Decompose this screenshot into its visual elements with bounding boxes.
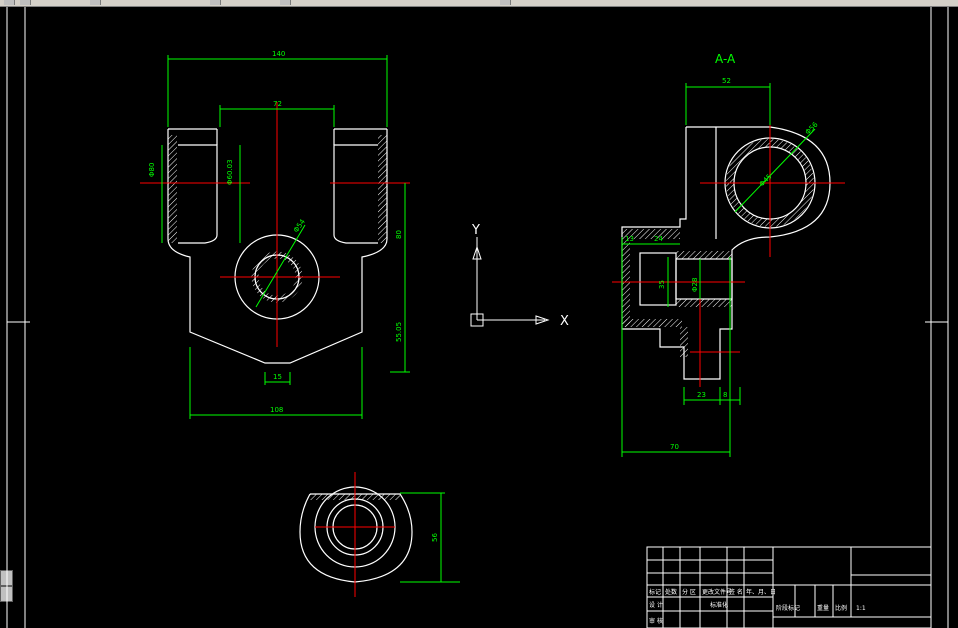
dim-inner: 72 — [273, 100, 282, 108]
tb-date: 年、月、日 — [746, 588, 776, 596]
dim-bore-phi: Φ28 — [691, 278, 699, 292]
dim-hole-outer: Φ56 — [804, 120, 820, 136]
dim-lower-height: 55.05 — [395, 322, 403, 342]
drawing-canvas[interactable]: 140 72 Φ80 Φ60.03 80 55.05 15 108 Φ54 Y … — [0, 7, 958, 628]
section-label: A-A — [715, 52, 736, 66]
dim-overall: 70 — [670, 443, 679, 451]
tb-weight: 重量 — [817, 604, 829, 612]
dim-bore-35: 35 — [658, 280, 666, 289]
tb-zone: 分 区 — [682, 588, 696, 596]
print-icon[interactable] — [90, 0, 101, 5]
tb-stage: 阶段标记 — [776, 604, 800, 612]
ucs-icon — [470, 237, 550, 327]
tb-mark: 标记 — [649, 588, 661, 596]
dim-height-right: 80 — [395, 230, 403, 239]
tb-review: 审 核 — [649, 617, 663, 625]
section-view: A-A 52 Φ56 Φ45 13 24 35 Φ28 23 8 70 — [612, 52, 845, 457]
tb-sign: 签 名 — [729, 588, 743, 596]
dim-tip: 15 — [273, 373, 282, 381]
tb-change: 更改文件号 — [702, 588, 732, 596]
open-icon[interactable] — [4, 0, 15, 5]
zoom-icon[interactable] — [500, 0, 511, 5]
dim-8: 8 — [723, 391, 727, 399]
ucs-y-label: Y — [471, 223, 480, 238]
tb-design: 设 计 — [649, 601, 663, 609]
tb-count: 处数 — [665, 588, 677, 596]
dim-width-top: 140 — [272, 50, 285, 58]
dim-23: 23 — [697, 391, 706, 399]
front-view: 140 72 Φ80 Φ60.03 80 55.05 15 108 Φ54 — [140, 50, 410, 419]
dim-bore-inner: Φ60.03 — [226, 159, 234, 185]
tb-scale: 1:1 — [856, 605, 866, 612]
dim-depth: 56 — [431, 533, 439, 542]
title-block — [646, 546, 932, 628]
tb-std: 标准化 — [710, 601, 728, 609]
dim-bottom-width: 108 — [270, 406, 283, 414]
dim-bore-left: Φ80 — [148, 163, 156, 177]
tb-ratio: 比例 — [835, 604, 847, 612]
redo-icon[interactable] — [280, 0, 291, 5]
dim-left-24: 24 — [654, 235, 663, 243]
undo-icon[interactable] — [210, 0, 221, 5]
save-icon[interactable] — [20, 0, 31, 5]
top-toolbar — [0, 0, 958, 7]
ucs-x-label: X — [560, 314, 569, 329]
dim-top-width: 52 — [722, 77, 731, 85]
top-view: 56 — [299, 472, 460, 597]
dim-left-13: 13 — [625, 235, 634, 243]
